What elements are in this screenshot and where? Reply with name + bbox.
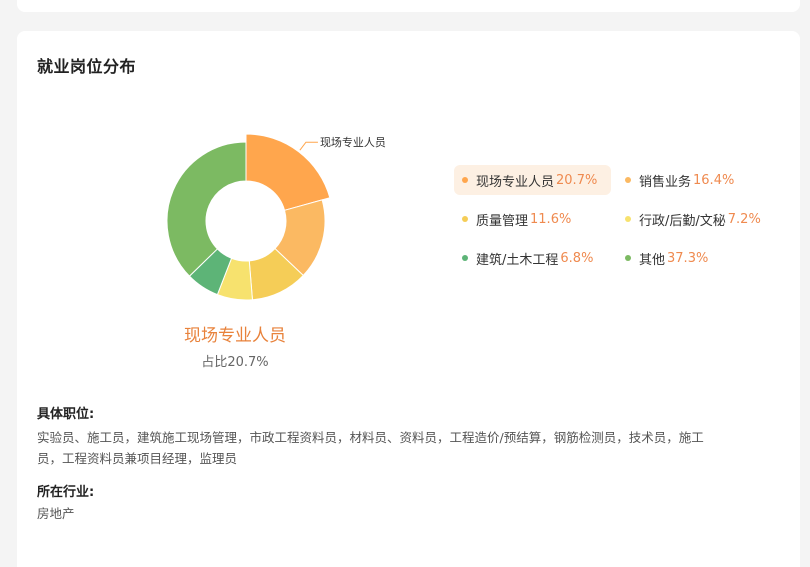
legend-value: 20.7%: [556, 172, 598, 188]
legend-item[interactable]: 现场专业人员 20.7%: [454, 165, 611, 195]
legend-item[interactable]: 质量管理 11.6%: [454, 204, 611, 234]
legend-dot-icon: [462, 177, 468, 183]
donut-chart: 现场专业人员: [166, 133, 386, 301]
selected-category-name: 现场专业人员: [184, 326, 286, 346]
legend-dot-icon: [625, 216, 631, 222]
positions-text: 实验员、施工员，建筑施工现场管理，市政工程资料员，材料员、资料员，工程造价/预结…: [37, 427, 777, 469]
legend-item[interactable]: 销售业务 16.4%: [617, 165, 782, 195]
positions-line-2: 员，工程资料员兼项目经理，监理员: [37, 451, 238, 466]
legend-value: 7.2%: [727, 211, 761, 227]
callout-label: 现场专业人员: [320, 135, 386, 149]
legend-label: 建筑/土木工程: [476, 252, 559, 268]
legend-label: 现场专业人员: [476, 174, 555, 190]
legend-item[interactable]: 其他 37.3%: [617, 243, 782, 273]
donut-slice-0[interactable]: [245, 133, 331, 211]
legend-label: 销售业务: [639, 174, 692, 190]
donut-slice-5[interactable]: [166, 141, 247, 277]
chart-legend: 现场专业人员 20.7% 销售业务 16.4% 质量管理 11.6% 行政/后勤/文秘 7.2…: [454, 165, 784, 273]
selected-category-share: 占比20.7%: [201, 355, 269, 370]
legend-dot-icon: [462, 255, 468, 261]
callout-leader-line: [299, 141, 318, 151]
legend-value: 11.6%: [530, 211, 572, 227]
legend-label: 其他: [639, 252, 666, 268]
legend-dot-icon: [462, 216, 468, 222]
legend-item[interactable]: 行政/后勤/文秘 7.2%: [617, 204, 782, 234]
legend-value: 6.8%: [560, 250, 594, 266]
legend-dot-icon: [625, 255, 631, 261]
legend-label: 质量管理: [476, 213, 529, 229]
previous-card-bottom: [17, 0, 800, 12]
legend-value: 37.3%: [667, 250, 709, 266]
legend-item[interactable]: 建筑/土木工程 6.8%: [454, 243, 611, 273]
legend-label: 行政/后勤/文秘: [639, 213, 726, 229]
positions-title: 具体职位:: [37, 407, 95, 422]
industry-text: 房地产: [37, 506, 75, 521]
job-distribution-card: 就业岗位分布 现场专业人员 现场专业人员 占比20.7% 现场专业人员 20.7%…: [17, 31, 800, 567]
legend-value: 16.4%: [693, 172, 735, 188]
positions-line-1: 实验员、施工员，建筑施工现场管理，市政工程资料员，材料员、资料员，工程造价/预结…: [37, 430, 704, 445]
legend-dot-icon: [625, 177, 631, 183]
industry-title: 所在行业:: [37, 485, 95, 500]
